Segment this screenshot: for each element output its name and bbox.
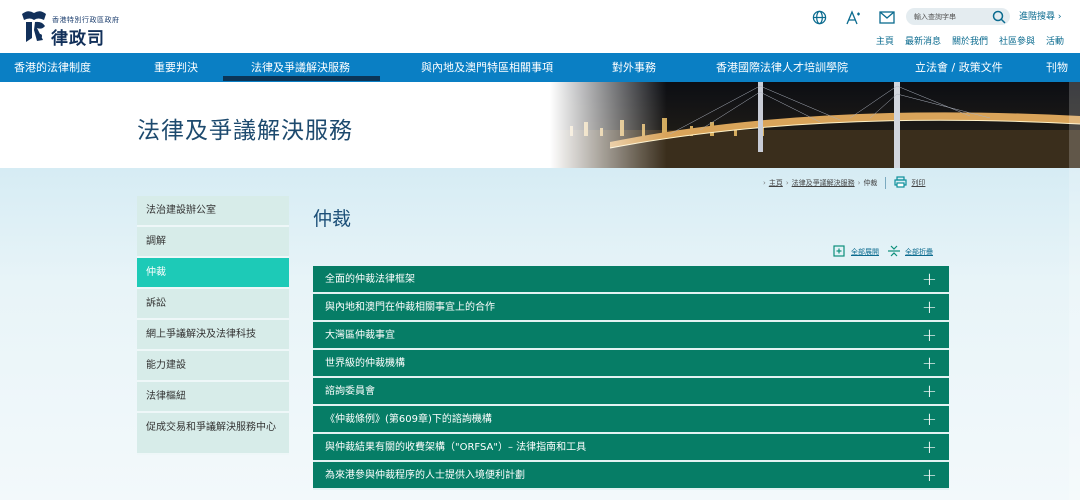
accordion-item[interactable]: 與內地和澳門在仲裁相關事宜上的合作 + xyxy=(313,294,949,322)
breadcrumb-current: 仲裁 xyxy=(863,179,878,187)
nav-item-legal-system[interactable]: 香港的法律制度 xyxy=(14,53,91,82)
accordion-title: 《仲裁條例》(第609章)下的諮詢機構 xyxy=(325,414,492,425)
collapse-all-button[interactable]: 全部折疊 xyxy=(887,245,933,259)
accordion-item[interactable]: 與仲裁結果有關的收費架構（"ORFSA"）– 法律指南和工具 + xyxy=(313,434,949,462)
breadcrumb-parent[interactable]: 法律及爭議解決服務 xyxy=(792,178,855,188)
section-title: 仲裁 xyxy=(313,208,352,230)
doj-logo[interactable] xyxy=(18,8,50,44)
print-link[interactable]: 列印 xyxy=(911,178,925,188)
search-input[interactable] xyxy=(914,9,990,24)
sidebar-item-rule-of-law[interactable]: 法治建設辦公室 xyxy=(137,196,289,227)
breadcrumb-divider xyxy=(885,177,887,189)
nav-item-mainland-macao[interactable]: 與內地及澳門特區相關事項 xyxy=(421,53,553,82)
plus-icon[interactable]: + xyxy=(922,434,937,462)
quick-links: 主頁 最新消息 關於我們 社區參與 活動 xyxy=(865,34,1064,47)
sidebar-item-deal-making-centre[interactable]: 促成交易和爭議解決服務中心 xyxy=(137,413,289,455)
advanced-search-link[interactable]: 進階搜尋 › xyxy=(1019,9,1061,22)
collapse-all-icon xyxy=(887,245,901,259)
plus-icon[interactable]: + xyxy=(922,294,937,322)
sidebar-item-odr-lawtech[interactable]: 網上爭議解決及法律科技 xyxy=(137,320,289,351)
plus-icon[interactable]: + xyxy=(922,350,937,378)
expand-all-label: 全部展開 xyxy=(851,248,879,256)
nav-item-publications[interactable]: 刊物 xyxy=(1046,53,1068,82)
breadcrumb: › 主頁 › 法律及爭議解決服務 › 仲裁 列印 xyxy=(760,176,925,190)
language-globe-icon[interactable] xyxy=(810,8,828,26)
plus-icon[interactable]: + xyxy=(922,266,937,294)
search-box xyxy=(906,8,1010,25)
email-icon[interactable] xyxy=(878,8,896,26)
accordion-item[interactable]: 《仲裁條例》(第609章)下的諮詢機構 + xyxy=(313,406,949,434)
plus-icon[interactable]: + xyxy=(922,378,937,406)
plus-icon[interactable]: + xyxy=(922,322,937,350)
page-title: 法律及爭議解決服務 xyxy=(137,118,353,144)
nav-item-important-judgments[interactable]: 重要判決 xyxy=(154,53,198,82)
plus-icon[interactable]: + xyxy=(922,406,937,434)
quick-link-home[interactable]: 主頁 xyxy=(876,34,894,47)
breadcrumb-home[interactable]: 主頁 xyxy=(769,178,783,188)
page-edge xyxy=(1069,82,1080,500)
accordion-controls: 全部展開 全部折疊 xyxy=(833,245,933,259)
accordion-item[interactable]: 大灣區仲裁事宜 + xyxy=(313,322,949,350)
quick-link-community[interactable]: 社區參與 xyxy=(999,34,1035,47)
bridge-night-photo xyxy=(550,82,1080,168)
accordion-title: 與仲裁結果有關的收費架構（"ORFSA"）– 法律指南和工具 xyxy=(325,442,587,453)
sidebar-item-mediation[interactable]: 調解 xyxy=(137,227,289,258)
sidebar-item-capacity-building[interactable]: 能力建設 xyxy=(137,351,289,382)
sidebar-item-arbitration[interactable]: 仲裁 xyxy=(137,258,289,289)
nav-item-legal-academy[interactable]: 香港國際法律人才培訓學院 xyxy=(716,53,848,82)
accordion-item[interactable]: 全面的仲裁法律框架 + xyxy=(313,266,949,294)
quick-link-events[interactable]: 活動 xyxy=(1046,34,1064,47)
main-nav: 香港的法律制度 重要判決 法律及爭議解決服務 與內地及澳門特區相關事項 對外事務… xyxy=(0,53,1080,82)
expand-all-button[interactable]: 全部展開 xyxy=(833,245,879,259)
quick-link-about[interactable]: 關於我們 xyxy=(952,34,988,47)
print-icon[interactable] xyxy=(894,176,908,190)
search-icon[interactable] xyxy=(992,9,1006,28)
arbitration-accordion: 全面的仲裁法律框架 + 與內地和澳門在仲裁相關事宜上的合作 + 大灣區仲裁事宜 + 世… xyxy=(313,266,949,490)
accordion-item[interactable]: 為來港參與仲裁程序的人士提供入境便利計劃 + xyxy=(313,462,949,490)
sidebar-item-litigation[interactable]: 訴訟 xyxy=(137,289,289,320)
accordion-item[interactable]: 世界級的仲裁機構 + xyxy=(313,350,949,378)
plus-icon[interactable]: + xyxy=(922,462,937,490)
accordion-title: 為來港參與仲裁程序的人士提供入境便利計劃 xyxy=(325,470,525,481)
sidebar-item-legal-hub[interactable]: 法律樞紐 xyxy=(137,382,289,413)
sidebar-nav: 法治建設辦公室 調解 仲裁 訴訟 網上爭議解決及法律科技 能力建設 法律樞紐 促… xyxy=(137,196,289,455)
nav-active-indicator xyxy=(223,76,380,81)
font-size-icon[interactable] xyxy=(844,8,862,26)
accordion-title: 大灣區仲裁事宜 xyxy=(325,330,395,341)
nav-item-legco-papers[interactable]: 立法會 / 政策文件 xyxy=(915,53,1003,82)
accessibility-tools xyxy=(810,8,912,26)
nav-item-external-affairs[interactable]: 對外事務 xyxy=(612,53,656,82)
expand-all-icon xyxy=(833,245,845,259)
quick-link-news[interactable]: 最新消息 xyxy=(905,34,941,47)
collapse-all-label: 全部折疊 xyxy=(905,248,933,256)
accordion-title: 全面的仲裁法律框架 xyxy=(325,274,415,285)
accordion-title: 世界級的仲裁機構 xyxy=(325,358,405,369)
accordion-title: 諮詢委員會 xyxy=(325,386,375,397)
accordion-item[interactable]: 諮詢委員會 + xyxy=(313,378,949,406)
logo-title: 律政司 xyxy=(51,29,105,49)
accordion-title: 與內地和澳門在仲裁相關事宜上的合作 xyxy=(325,302,495,313)
site-header: 香港特別行政區政府 律政司 進階搜尋 › 主頁 最新消息 xyxy=(0,0,1080,53)
